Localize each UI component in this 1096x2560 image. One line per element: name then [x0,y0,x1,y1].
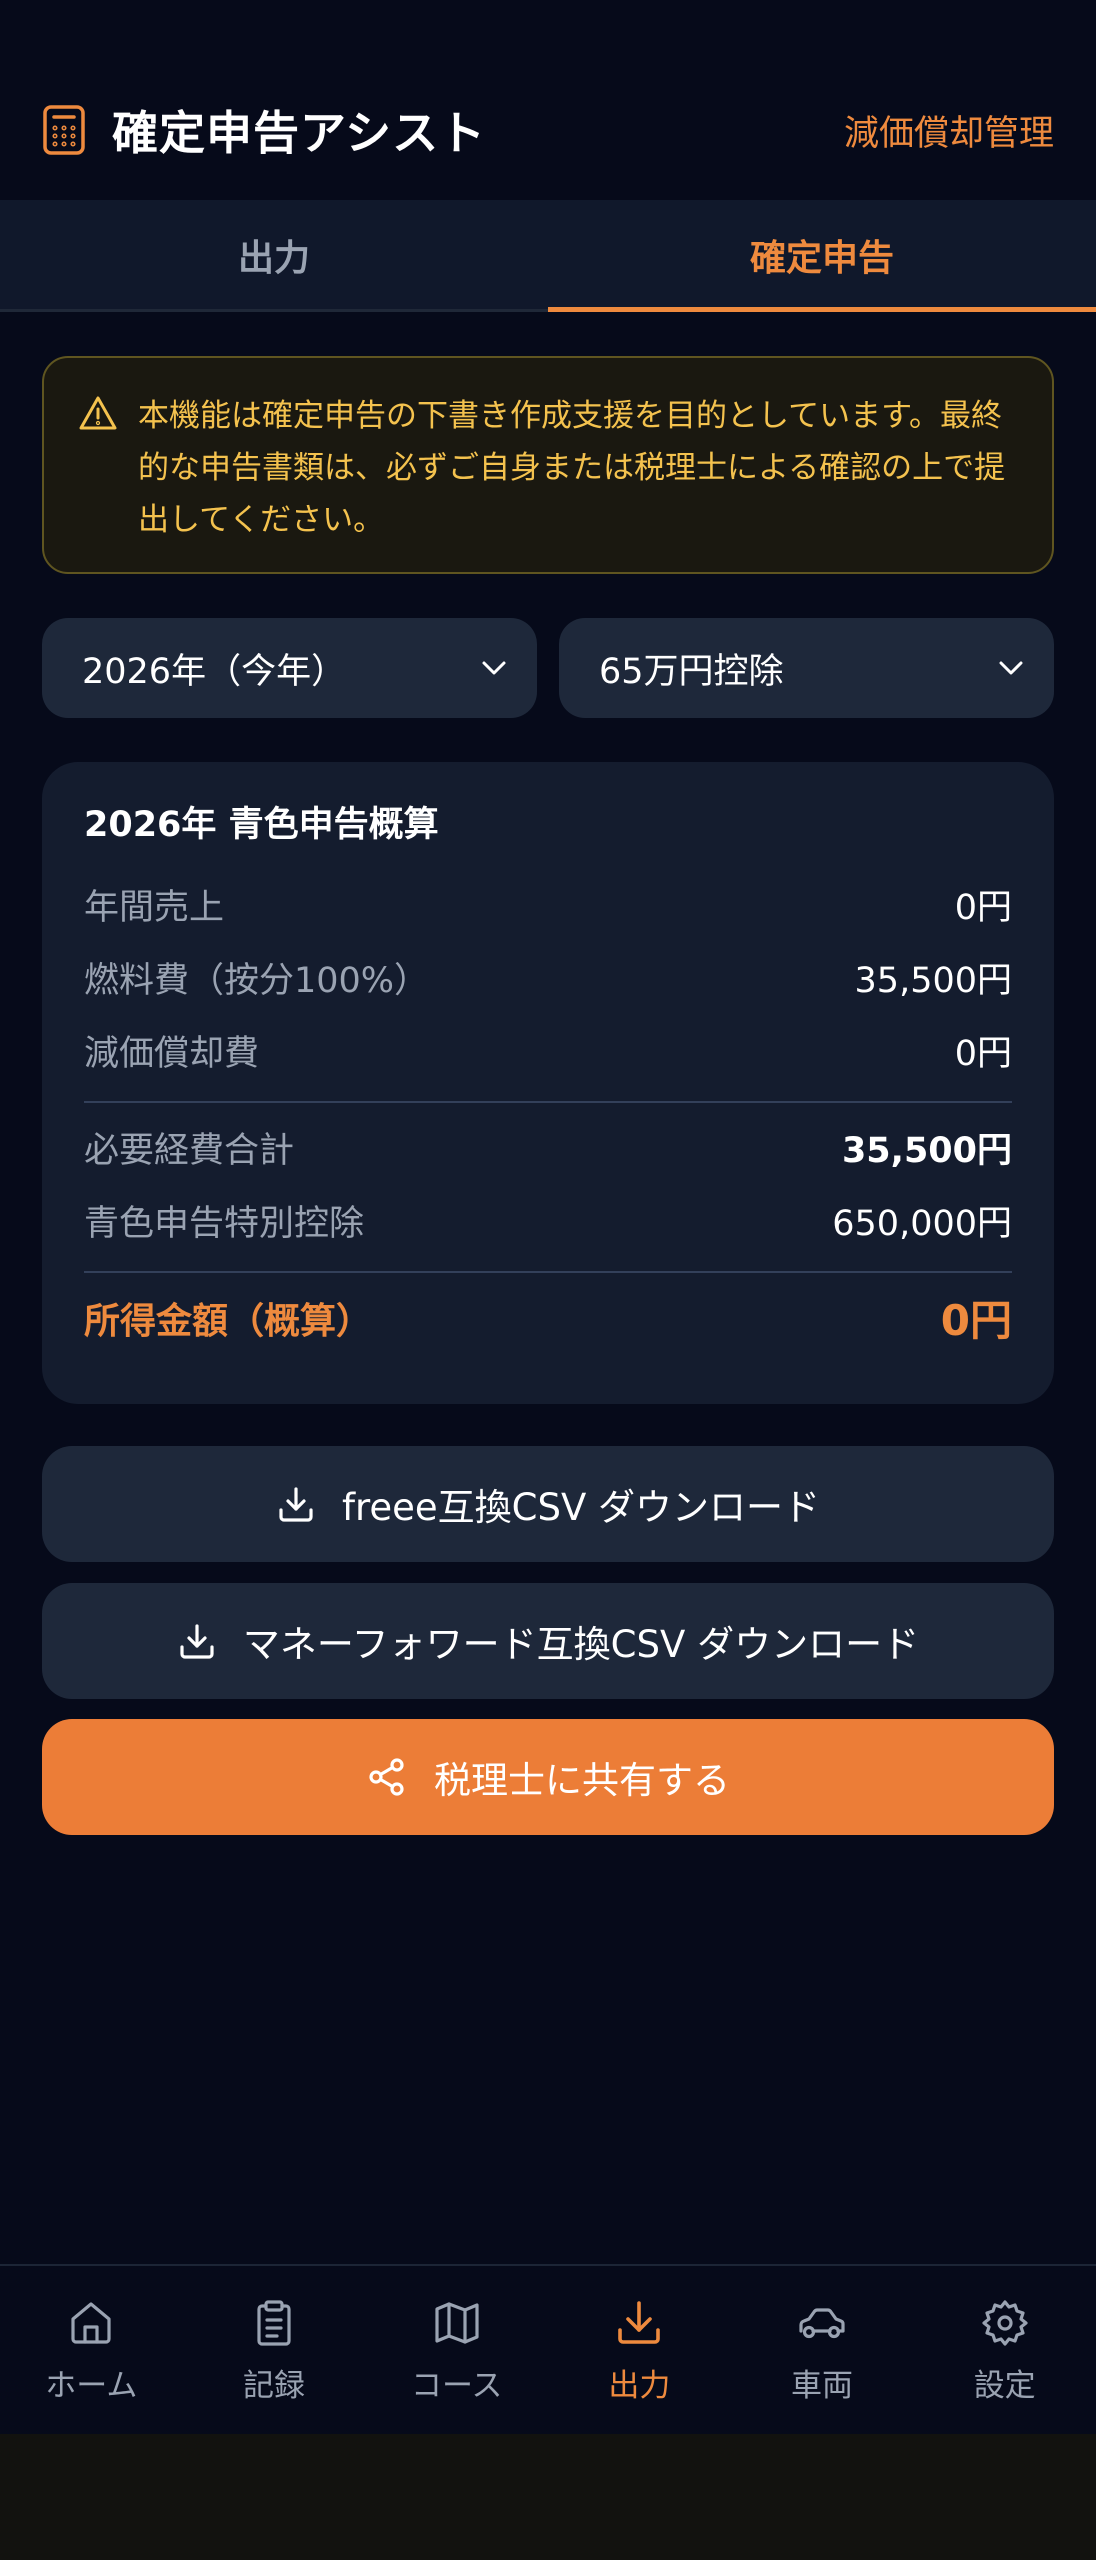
freee-csv-label: freee互換CSV ダウンロード [341,1486,821,1529]
summary-row: 燃料費（按分100%） 35,500円 [84,941,1012,1014]
nav-records[interactable]: 記録 [183,2266,366,2434]
summary-row: 青色申告特別控除 650,000円 [84,1184,1012,1257]
map-icon [435,2302,479,2344]
mf-csv-label: マネーフォワード互換CSV ダウンロード [242,1623,920,1666]
tab-bar: 出力 確定申告 [0,200,1096,312]
download-icon [180,1624,214,1659]
home-icon [71,2302,111,2344]
deduction-select-value: 65万円控除 [599,651,784,692]
page-title: 確定申告アシスト [112,106,487,160]
row-value: 650,000円 [832,1204,1012,1244]
summary-title: 2026年 青色申告概算 [84,805,439,845]
chevron-down-icon [999,661,1023,675]
download-icon [618,2301,661,2344]
row-label: 減価償却費 [84,1034,260,1074]
row-label: 年間売上 [84,888,225,928]
chevron-down-icon [482,661,506,675]
summary-row: 減価償却費 0円 [84,1014,1012,1087]
disclaimer-notice: 本機能は確定申告の下書き作成支援を目的としています。最終的な申告書類は、必ずご自… [42,356,1054,574]
nav-course-label: コース [410,2368,503,2404]
income-total-row: 所得金額（概算） 0円 [84,1281,1012,1354]
row-value: 0円 [954,888,1012,928]
row-label: 必要経費合計 [84,1131,295,1171]
nav-settings-label: 設定 [973,2368,1036,2404]
row-value: 0円 [954,1034,1012,1074]
nav-course[interactable]: コース [365,2266,548,2434]
summary-row: 必要経費合計 35,500円 [84,1111,1012,1184]
nav-vehicle[interactable]: 車両 [731,2266,914,2434]
nav-vehicle-label: 車両 [791,2368,854,2404]
depreciation-link[interactable]: 減価償却管理 [844,105,1054,156]
share-label: 税理士に共有する [434,1759,730,1802]
nav-settings[interactable]: 設定 [913,2266,1096,2434]
nav-output-label: 出力 [608,2368,671,2404]
row-value: 35,500円 [841,1131,1012,1171]
tab-tax-return[interactable]: 確定申告 [548,200,1096,312]
app-header: 確定申告アシスト 減価償却管理 [0,60,1096,200]
nav-home[interactable]: ホーム [0,2266,183,2434]
income-total-value: 0円 [940,1296,1012,1345]
divider [84,1271,1012,1273]
year-select-value: 2026年（今年） [82,651,347,692]
calculator-icon [42,104,86,156]
clipboard-icon [257,2300,291,2346]
tab-output[interactable]: 出力 [0,200,548,309]
nav-home-label: ホーム [45,2368,138,2404]
nav-output[interactable]: 出力 [548,2266,731,2434]
summary-card: 2026年 青色申告概算 年間売上 0円 燃料費（按分100%） 35,500円… [42,762,1054,1404]
year-select[interactable]: 2026年（今年） [42,618,537,718]
row-label: 青色申告特別控除 [84,1204,365,1244]
deduction-select[interactable]: 65万円控除 [559,618,1054,718]
mf-csv-download-button[interactable]: マネーフォワード互換CSV ダウンロード [42,1583,1054,1699]
summary-row: 年間売上 0円 [84,868,1012,941]
freee-csv-download-button[interactable]: freee互換CSV ダウンロード [42,1446,1054,1562]
car-icon [799,2308,845,2339]
row-value: 35,500円 [854,961,1012,1001]
share-icon [369,1758,404,1796]
disclaimer-text: 本機能は確定申告の下書き作成支援を目的としています。最終的な申告書類は、必ずご自… [138,398,1006,538]
bottom-nav: ホーム 記録 コース 出力 車両 設定 [0,2264,1096,2434]
download-icon [279,1487,313,1522]
nav-records-label: 記録 [243,2368,305,2404]
income-total-label: 所得金額（概算） [84,1300,373,1342]
share-with-accountant-button[interactable]: 税理士に共有する [42,1719,1054,1835]
system-navigation-bar [0,2434,1096,2560]
divider [84,1101,1012,1103]
row-label: 燃料費（按分100%） [84,961,430,1001]
gear-icon [982,2300,1028,2346]
warning-icon [78,394,118,434]
